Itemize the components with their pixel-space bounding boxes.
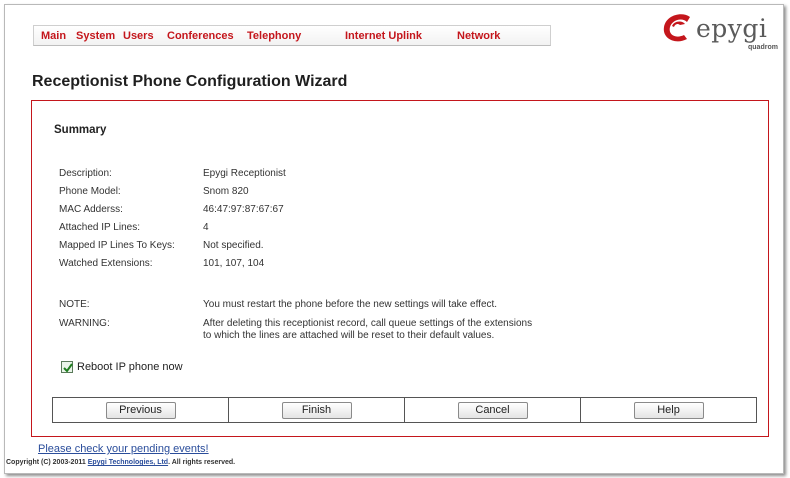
top-nav: Main System Users Conferences Telephony …	[33, 25, 551, 46]
page-title: Receptionist Phone Configuration Wizard	[32, 73, 348, 90]
watched-extensions-label: Watched Extensions:	[59, 258, 153, 269]
pending-events-link[interactable]: Please check your pending events!	[38, 443, 209, 455]
mac-address-label: MAC Adderss:	[59, 204, 123, 215]
copyright: Copyright (C) 2003-2011 Epygi Technologi…	[6, 459, 235, 466]
button-cell: Finish	[229, 398, 405, 422]
company-link[interactable]: Epygi Technologies, Ltd	[88, 459, 168, 466]
phone-model-label: Phone Model:	[59, 186, 121, 197]
finish-button[interactable]: Finish	[281, 401, 352, 419]
watched-extensions-value: 101, 107, 104	[203, 258, 265, 269]
nav-system[interactable]: System	[76, 30, 115, 42]
reboot-option[interactable]: Reboot IP phone now	[61, 361, 183, 373]
attached-lines-label: Attached IP Lines:	[59, 222, 140, 233]
epygi-logo: epygi quadrom	[660, 11, 778, 55]
logo-wordmark: epygi	[696, 14, 768, 43]
button-cell: Previous	[53, 398, 229, 422]
previous-button[interactable]: Previous	[105, 401, 176, 419]
description-value: Epygi Receptionist	[203, 168, 286, 179]
cancel-button[interactable]: Cancel	[457, 401, 528, 419]
button-cell: Cancel	[405, 398, 581, 422]
summary-heading: Summary	[54, 124, 107, 136]
note-text: You must restart the phone before the ne…	[203, 299, 498, 310]
nav-users[interactable]: Users	[123, 30, 154, 42]
nav-network[interactable]: Network	[457, 30, 500, 42]
note-label: NOTE:	[59, 299, 90, 310]
nav-internet-uplink[interactable]: Internet Uplink	[345, 30, 422, 42]
button-cell: Help	[581, 398, 756, 422]
wizard-button-bar: Previous Finish Cancel Help	[52, 397, 757, 423]
warning-text-line1: After deleting this receptionist record,…	[203, 318, 533, 329]
mac-address-value: 46:47:97:87:67:67	[203, 204, 284, 215]
checkmark-icon	[63, 363, 73, 373]
mapped-lines-value: Not specified.	[203, 240, 264, 251]
attached-lines-value: 4	[203, 222, 209, 233]
help-button[interactable]: Help	[633, 401, 704, 419]
logo-swoosh-icon	[663, 14, 690, 42]
logo-subtitle: quadrom	[748, 44, 778, 51]
description-label: Description:	[59, 168, 112, 179]
copyright-prefix: Copyright (C) 2003-2011	[6, 459, 86, 466]
phone-model-value: Snom 820	[203, 186, 249, 197]
copyright-suffix: . All rights reserved.	[168, 459, 236, 466]
nav-conferences[interactable]: Conferences	[167, 30, 234, 42]
nav-telephony[interactable]: Telephony	[247, 30, 301, 42]
mapped-lines-label: Mapped IP Lines To Keys:	[59, 240, 175, 251]
warning-label: WARNING:	[59, 318, 110, 329]
reboot-checkbox[interactable]	[61, 361, 73, 373]
reboot-label: Reboot IP phone now	[77, 361, 183, 373]
warning-text-line2: to which the lines are attached will be …	[203, 330, 495, 341]
nav-main[interactable]: Main	[41, 30, 66, 42]
